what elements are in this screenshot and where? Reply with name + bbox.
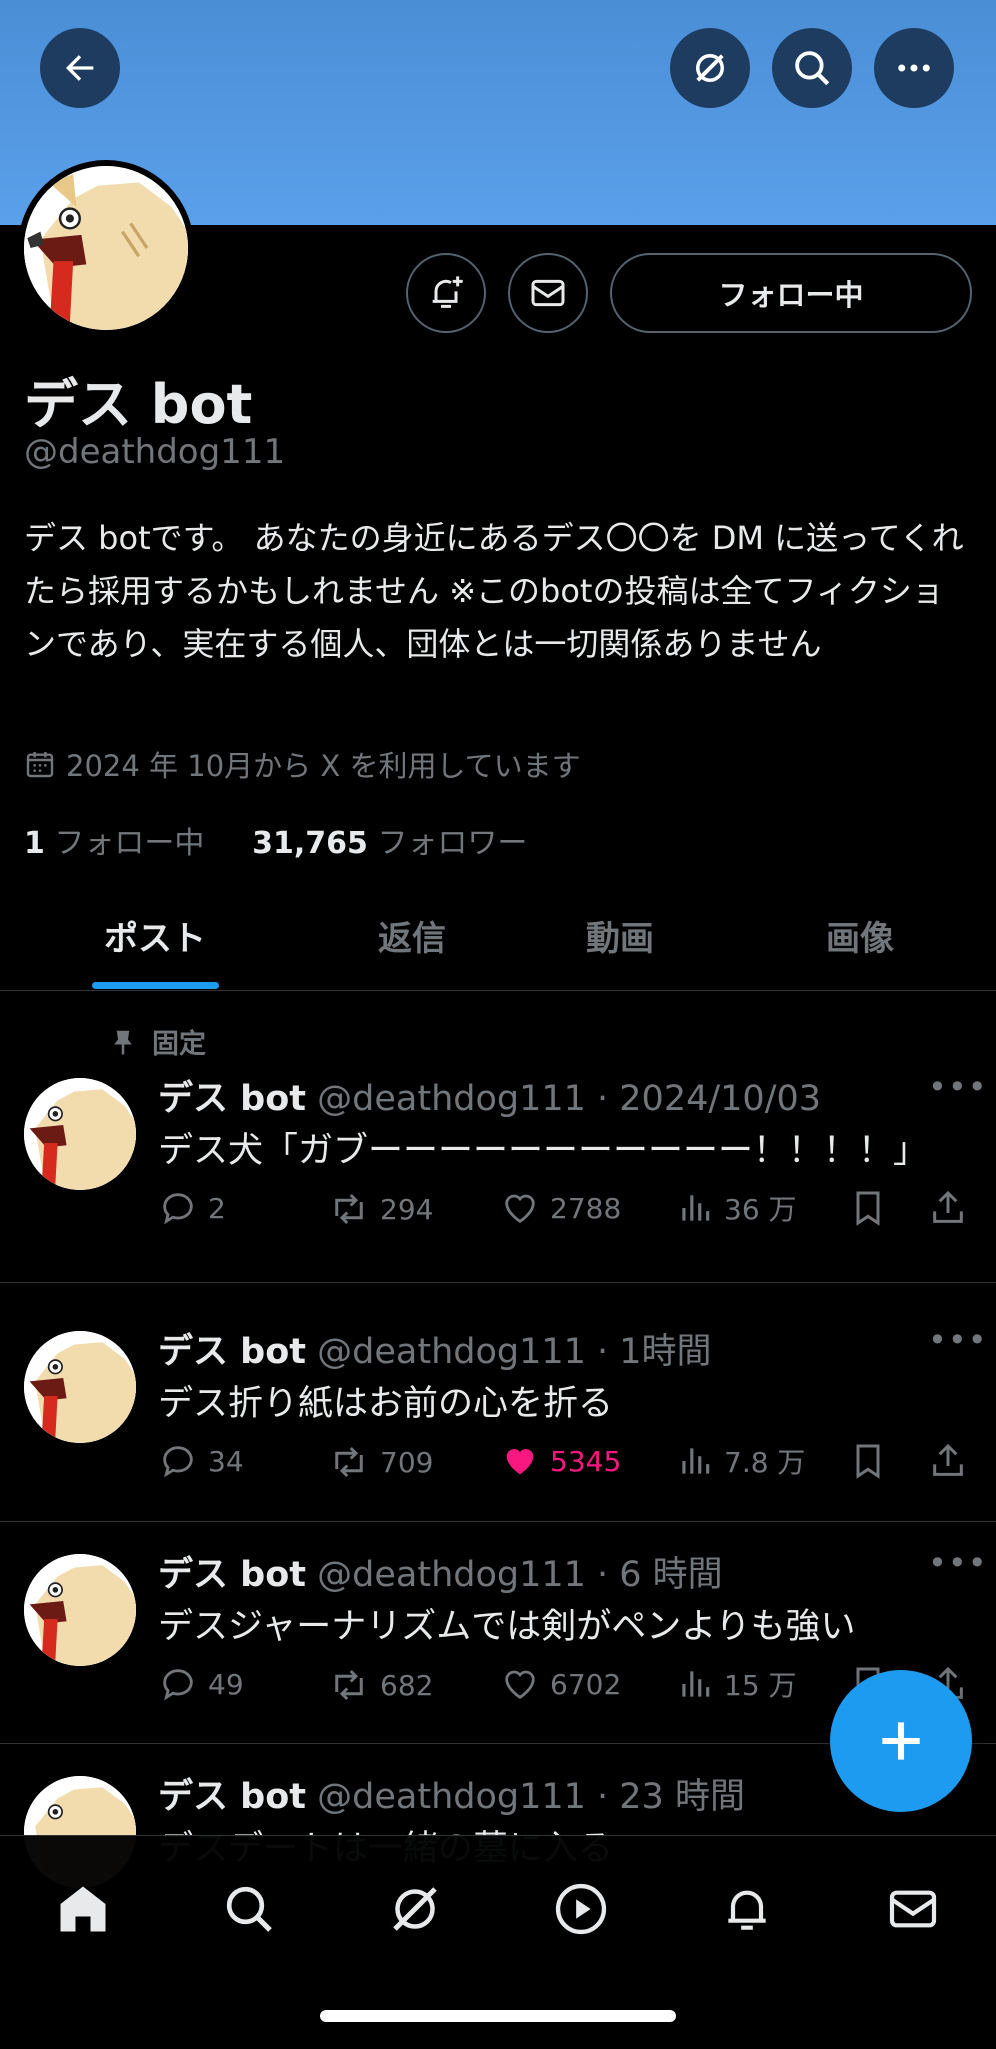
post-header: デス bot @deathdog111 · 23 時間 [158, 1777, 745, 1817]
calendar-icon [26, 752, 54, 778]
grok-icon [393, 1887, 437, 1931]
bookmark-button[interactable] [848, 1188, 888, 1228]
mail-icon [889, 1890, 937, 1928]
search-icon [226, 1886, 272, 1932]
post-item[interactable]: デス bot @deathdog111 · 2024/10/03 ••• デス犬… [0, 1000, 996, 1283]
post-header: デス bot @deathdog111 · 2024/10/03 [158, 1079, 822, 1119]
follow-stats: 1 フォロー中 31,765 フォロワー [24, 818, 527, 862]
reply-button[interactable]: 2 [158, 1188, 226, 1228]
plus-icon [882, 1722, 920, 1760]
back-arrow-icon [66, 55, 94, 81]
post-more-icon[interactable]: ••• [928, 1544, 988, 1582]
post-actions: 34 709 5345 7.8 万 [158, 1441, 978, 1491]
repost-icon [335, 1669, 363, 1701]
search-icon [795, 51, 830, 86]
followers-link[interactable]: 31,765 フォロワー [252, 826, 527, 861]
dog-avatar-image [24, 166, 188, 330]
notifications-icon [728, 1890, 766, 1930]
tab-posts[interactable]: ポスト [60, 880, 250, 990]
profile-bio: デス botです。 あなたの身近にあるデス〇〇を DM に送ってくれたら採用する… [24, 519, 964, 663]
like-button[interactable]: 2788 [500, 1188, 621, 1228]
more-icon [898, 64, 930, 72]
repost-button[interactable]: 709 [328, 1441, 433, 1483]
nav-video[interactable] [546, 1874, 616, 1944]
more-button[interactable] [874, 28, 954, 108]
nav-home[interactable] [48, 1874, 118, 1944]
heart-icon [505, 1670, 535, 1700]
views-button[interactable]: 36 万 [676, 1188, 797, 1228]
views-button[interactable]: 15 万 [676, 1664, 797, 1704]
bookmark-icon [856, 1444, 880, 1479]
post-avatar[interactable] [24, 1554, 136, 1666]
search-button[interactable] [772, 28, 852, 108]
compose-post-button[interactable] [830, 1670, 972, 1812]
reply-icon [163, 1193, 193, 1225]
notify-button[interactable] [406, 253, 486, 333]
profile-name: デス bot [24, 373, 253, 436]
tab-images[interactable]: 画像 [765, 880, 955, 990]
heart-icon [505, 1194, 535, 1224]
message-button[interactable] [508, 253, 588, 333]
nav-messages[interactable] [878, 1874, 948, 1944]
profile-handle: @deathdog111 [24, 432, 286, 472]
profile-avatar[interactable] [18, 160, 194, 336]
tab-videos[interactable]: 動画 [525, 880, 715, 990]
post-text: デスジャーナリズムでは剣がペンよりも強い [158, 1607, 856, 1647]
views-icon [682, 1195, 710, 1221]
repost-icon [335, 1446, 363, 1478]
share-icon [933, 1443, 963, 1476]
share-icon [933, 1190, 963, 1223]
post-text: デス折り紙はお前の心を折る [158, 1384, 614, 1424]
views-button[interactable]: 7.8 万 [676, 1441, 805, 1481]
like-button[interactable]: 6702 [500, 1664, 621, 1704]
active-tab-indicator [92, 982, 219, 989]
home-icon [60, 1886, 106, 1932]
home-indicator [320, 2010, 676, 2022]
reply-icon [163, 1446, 193, 1478]
nav-search[interactable] [214, 1874, 284, 1944]
profile-tabs: ポスト 返信 動画 画像 [0, 880, 996, 991]
views-icon [682, 1671, 710, 1697]
post-actions: 2 294 2788 36 万 [158, 1188, 978, 1238]
share-button[interactable] [928, 1188, 968, 1228]
joined-text: 2024 年 10月から X を利用しています [66, 749, 581, 783]
repost-button[interactable]: 682 [328, 1664, 433, 1706]
bookmark-icon [856, 1191, 880, 1226]
share-button[interactable] [928, 1441, 968, 1481]
joined-date: 2024 年 10月から X を利用しています [24, 743, 581, 785]
post-header: デス bot @deathdog111 · 1時間 [158, 1332, 712, 1372]
post-avatar[interactable] [24, 1331, 136, 1443]
repost-button[interactable]: 294 [328, 1188, 433, 1230]
play-icon [555, 1883, 607, 1935]
post-more-icon[interactable]: ••• [928, 1321, 988, 1359]
views-icon [682, 1448, 710, 1474]
post-text: デス犬「ガブーーーーーーーーーーー！！！！」 [158, 1131, 929, 1171]
nav-notifications[interactable] [712, 1874, 782, 1944]
heart-icon [506, 1449, 534, 1475]
reply-button[interactable]: 34 [158, 1441, 244, 1481]
post-more-icon[interactable]: ••• [928, 1068, 988, 1106]
reply-button[interactable]: 49 [158, 1664, 244, 1704]
bookmark-button[interactable] [848, 1441, 888, 1481]
back-button[interactable] [40, 28, 120, 108]
mail-icon [531, 279, 565, 307]
bell-plus-icon [432, 276, 463, 308]
grok-icon [696, 54, 724, 82]
following-link[interactable]: 1 フォロー中 [24, 826, 204, 861]
post-avatar[interactable] [24, 1078, 136, 1190]
reply-icon [163, 1669, 193, 1701]
post-item[interactable]: デス bot @deathdog111 · 1時間 ••• デス折り紙はお前の心… [0, 1283, 996, 1522]
repost-icon [335, 1193, 363, 1225]
tab-replies[interactable]: 返信 [317, 880, 507, 990]
like-button[interactable]: 5345 [500, 1441, 621, 1481]
following-button[interactable]: フォロー中 [610, 253, 972, 333]
nav-grok[interactable] [380, 1874, 450, 1944]
post-header: デス bot @deathdog111 · 6 時間 [158, 1555, 723, 1595]
grok-button[interactable] [670, 28, 750, 108]
